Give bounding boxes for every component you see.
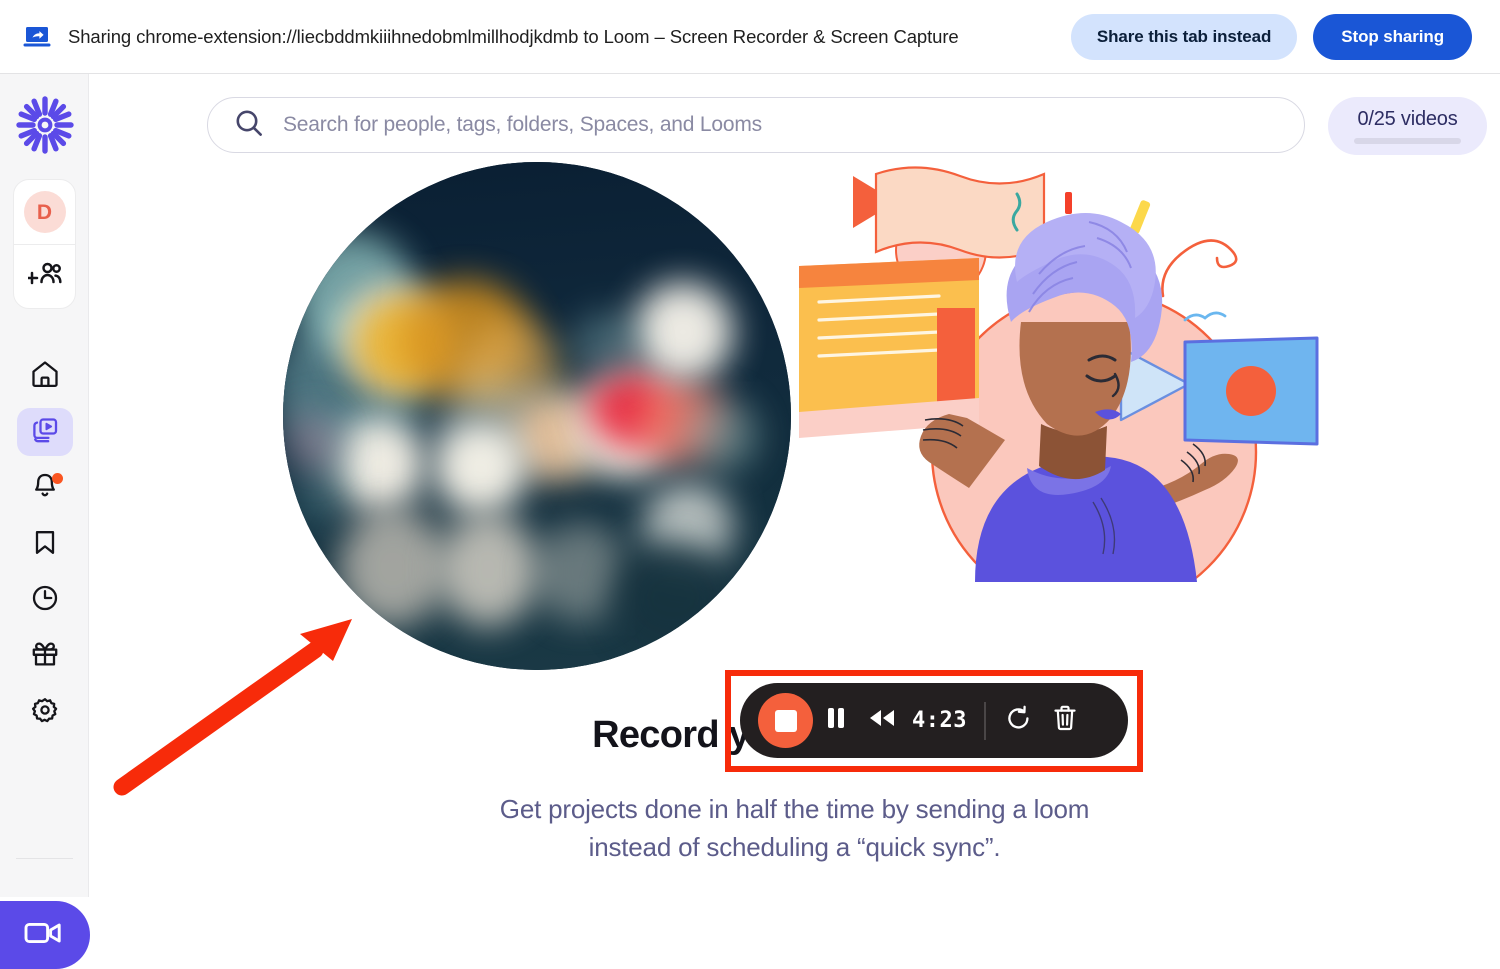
video-camera-icon <box>24 919 64 952</box>
add-people-icon <box>28 261 62 294</box>
screen-share-notification-bar: Sharing chrome-extension://liecbddmkiiih… <box>0 0 1500 74</box>
sidebar-divider <box>16 858 73 859</box>
page-subtitle: Get projects done in half the time by se… <box>89 790 1500 867</box>
sidebar-item-rewards[interactable] <box>17 632 73 680</box>
sharing-message: Sharing chrome-extension://liecbddmkiiih… <box>68 26 1071 48</box>
bokeh-photo-circle <box>283 162 791 670</box>
sidebar-item-history[interactable] <box>17 576 73 624</box>
gear-icon <box>30 695 60 730</box>
sidebar-item-add-people[interactable] <box>14 245 75 309</box>
home-icon <box>30 359 60 394</box>
sidebar-item-bookmarks[interactable] <box>17 520 73 568</box>
left-sidebar: D <box>0 74 89 897</box>
library-icon <box>30 415 60 450</box>
record-first-loom-illustration: 4:23 <box>89 162 1500 702</box>
illustration-character-scene <box>789 162 1329 582</box>
recording-timer: 4:23 <box>905 708 974 733</box>
sidebar-nav <box>0 352 89 744</box>
stop-recording-button[interactable] <box>758 693 813 748</box>
rewind-button[interactable] <box>859 698 905 744</box>
loom-logo[interactable] <box>0 94 89 156</box>
rewind-icon <box>867 706 897 735</box>
trash-icon <box>1052 704 1078 737</box>
restart-recording-button[interactable] <box>996 698 1042 744</box>
recording-controls-bar: 4:23 <box>740 683 1128 758</box>
controls-divider <box>984 702 986 740</box>
clock-icon <box>30 583 60 618</box>
avatar[interactable]: D <box>14 180 75 245</box>
notification-badge-dot <box>52 473 63 484</box>
page-subtitle-line-2: instead of scheduling a “quick sync”. <box>589 832 1001 862</box>
new-recording-button[interactable] <box>0 901 90 969</box>
avatar-initial: D <box>24 191 66 233</box>
sidebar-item-settings[interactable] <box>17 688 73 736</box>
sidebar-item-home[interactable] <box>17 352 73 400</box>
bookmark-icon <box>30 527 60 562</box>
pause-recording-button[interactable] <box>813 698 859 744</box>
delete-recording-button[interactable] <box>1042 698 1088 744</box>
stop-sharing-button[interactable]: Stop sharing <box>1313 14 1472 60</box>
main-content: 0/25 videos <box>89 74 1500 897</box>
sidebar-item-notifications[interactable] <box>17 464 73 512</box>
empty-state-hero: 4:23 <box>89 74 1500 897</box>
page-subtitle-line-1: Get projects done in half the time by se… <box>500 794 1089 824</box>
restart-icon <box>1005 705 1032 737</box>
stop-recording-icon <box>775 710 797 732</box>
pause-icon <box>825 706 847 735</box>
workspace-avatar-card: D <box>13 179 76 309</box>
share-this-tab-button[interactable]: Share this tab instead <box>1071 14 1297 60</box>
sidebar-item-library[interactable] <box>17 408 73 456</box>
gift-icon <box>30 639 60 674</box>
screen-share-icon <box>22 24 52 50</box>
